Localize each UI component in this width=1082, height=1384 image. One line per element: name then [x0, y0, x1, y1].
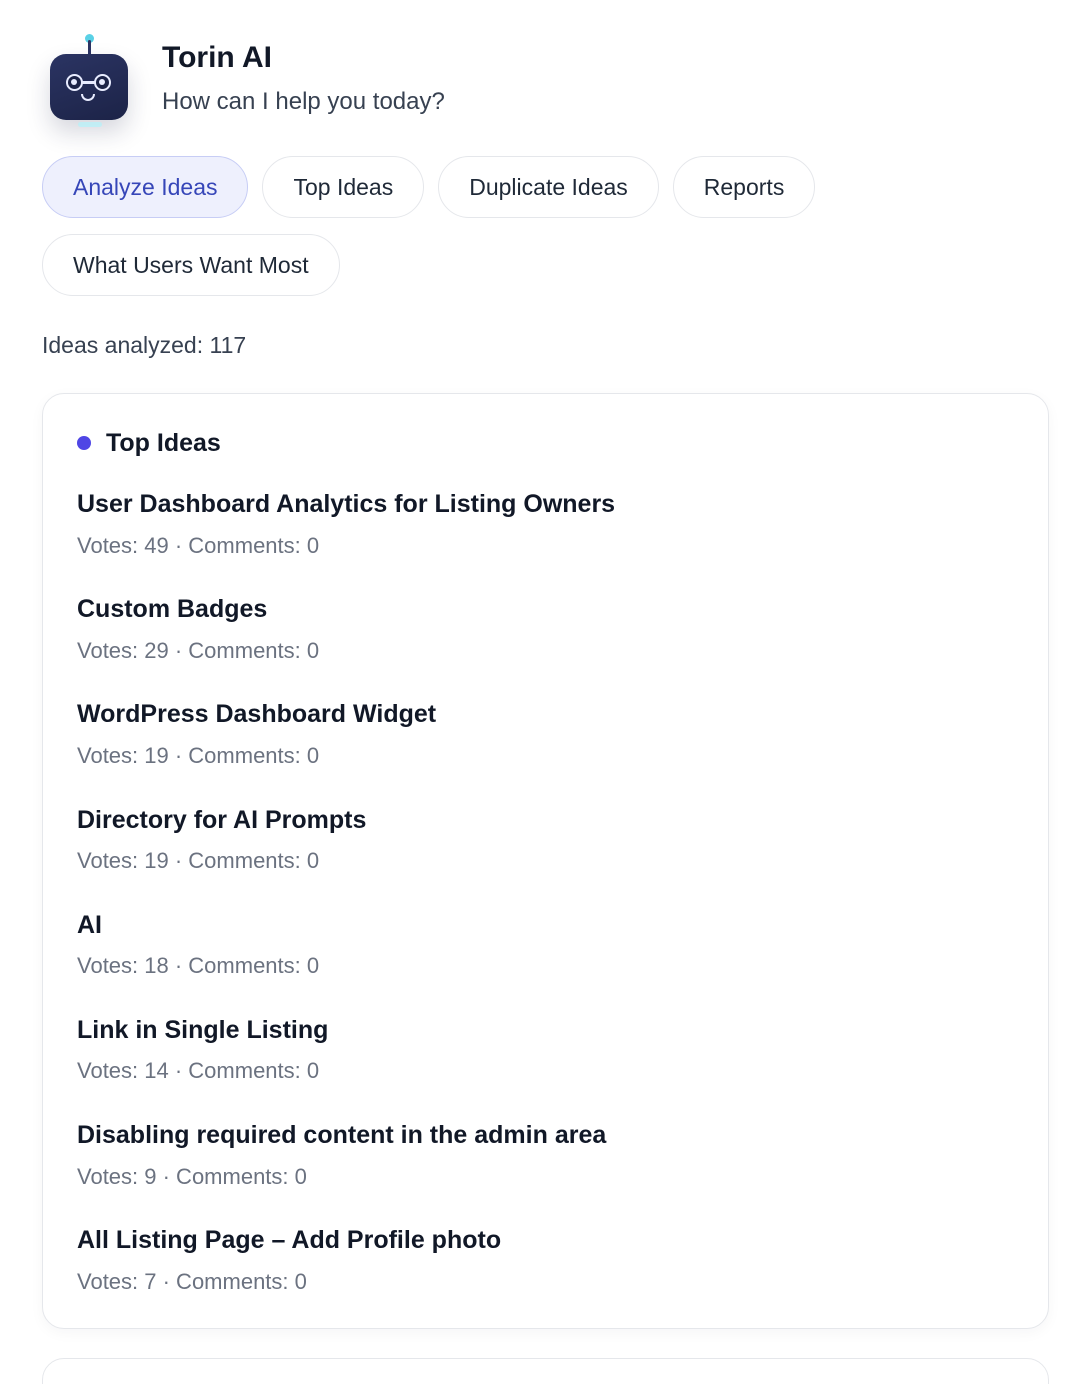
right-eye	[94, 74, 111, 91]
smile	[81, 94, 95, 101]
idea-meta: Votes: 19 · Comments: 0	[77, 742, 320, 768]
idea-meta: Votes: 19 · Comments: 0	[77, 848, 320, 874]
idea-item[interactable]: Disabling required content in the admin …	[77, 1105, 1014, 1210]
idea-title: Disabling required content in the admin …	[77, 1121, 607, 1150]
chip-analyze-ideas[interactable]: Analyze Ideas	[42, 156, 249, 218]
idea-meta: Votes: 9 · Comments: 0	[77, 1163, 307, 1189]
chip-reports[interactable]: Reports	[672, 156, 816, 218]
card-header: Top Ideas	[77, 424, 1014, 462]
idea-title: Custom Badges	[77, 595, 268, 624]
left-eye	[66, 74, 83, 91]
idea-title: AI	[77, 910, 102, 939]
idea-title: Link in Single Listing	[77, 1015, 329, 1044]
next-card	[42, 1358, 1049, 1384]
idea-meta: Votes: 18 · Comments: 0	[77, 953, 320, 979]
idea-meta: Votes: 49 · Comments: 0	[77, 532, 320, 558]
assistant-panel: Torin AI How can I help you today? Analy…	[0, 0, 1082, 1384]
assistant-name: Torin AI	[162, 41, 272, 74]
assistant-header: Torin AI How can I help you today?	[42, 30, 445, 130]
idea-title: User Dashboard Analytics for Listing Own…	[77, 490, 616, 518]
title-block: Torin AI How can I help you today?	[162, 40, 445, 116]
idea-item[interactable]: AI Votes: 18 · Comments: 0	[77, 895, 1014, 1000]
idea-item[interactable]: Link in Single Listing Votes: 14 · Comme…	[77, 1000, 1014, 1105]
top-ideas-card: Top Ideas User Dashboard Analytics for L…	[42, 393, 1049, 1329]
idea-title: All Listing Page – Add Profile photo	[77, 1226, 502, 1255]
avatar	[50, 54, 128, 120]
idea-meta: Votes: 29 · Comments: 0	[77, 637, 320, 663]
idea-list: User Dashboard Analytics for Listing Own…	[77, 474, 1014, 1316]
assistant-greeting: How can I help you today?	[162, 88, 445, 115]
robot-icon	[42, 30, 138, 130]
idea-item[interactable]: WordPress Dashboard Widget Votes: 19 · C…	[77, 684, 1014, 789]
idea-meta: Votes: 7 · Comments: 0	[77, 1268, 307, 1294]
idea-item[interactable]: Custom Badges Votes: 29 · Comments: 0	[77, 579, 1014, 684]
idea-title: Directory for AI Prompts	[77, 805, 367, 834]
chip-what-users-want-most[interactable]: What Users Want Most	[42, 234, 340, 296]
idea-item[interactable]: User Dashboard Analytics for Listing Own…	[77, 474, 1014, 579]
chip-duplicate-ideas[interactable]: Duplicate Ideas	[438, 156, 659, 218]
chip-top-ideas[interactable]: Top Ideas	[262, 156, 425, 218]
card-title: Top Ideas	[106, 428, 221, 457]
avatar-glow	[78, 122, 102, 127]
bullet-dot-icon	[77, 436, 91, 450]
idea-title: WordPress Dashboard Widget	[77, 700, 437, 729]
ideas-analyzed-count: Ideas analyzed: 117	[42, 332, 247, 358]
idea-meta: Votes: 14 · Comments: 0	[77, 1058, 320, 1084]
idea-item[interactable]: Directory for AI Prompts Votes: 19 · Com…	[77, 790, 1014, 895]
idea-item[interactable]: All Listing Page – Add Profile photo Vot…	[77, 1210, 1014, 1315]
action-chips: Analyze Ideas Top Ideas Duplicate Ideas …	[42, 156, 942, 296]
